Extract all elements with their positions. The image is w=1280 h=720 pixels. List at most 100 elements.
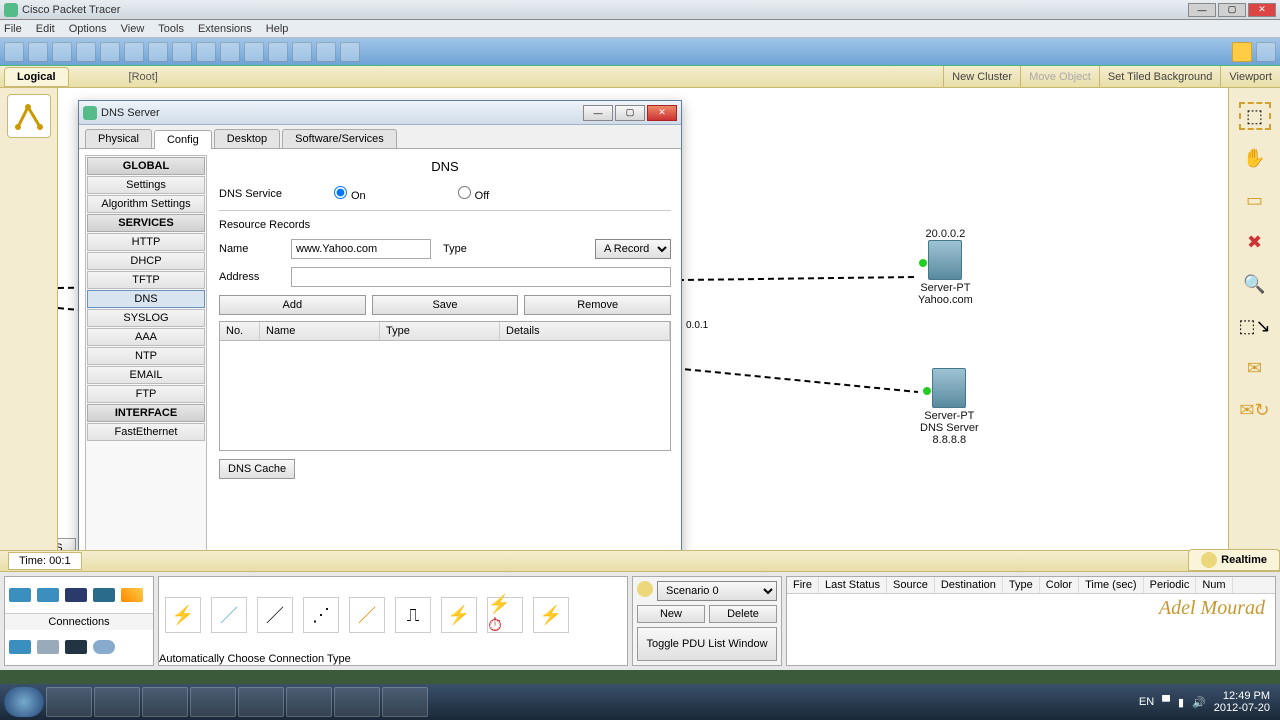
menu-file[interactable]: File — [4, 23, 22, 35]
wan-icon[interactable] — [37, 640, 59, 654]
dialog-maximize-button[interactable]: ▢ — [615, 105, 645, 121]
tray-lang[interactable]: EN — [1139, 696, 1154, 708]
sidebar-item-settings[interactable]: Settings — [87, 176, 205, 194]
save-button[interactable]: Save — [372, 295, 519, 315]
tool-paste-icon[interactable] — [148, 42, 168, 62]
toggle-pdu-button[interactable]: Toggle PDU List Window — [637, 627, 777, 661]
tool-new-icon[interactable] — [4, 42, 24, 62]
dns-off-radio[interactable] — [458, 186, 471, 199]
tool-help-icon[interactable] — [1256, 42, 1276, 62]
device-yahoo[interactable]: 20.0.0.2 Server-PT Yahoo.com — [918, 228, 973, 306]
conn-fiber-icon[interactable]: ／ — [349, 597, 385, 633]
hub-icon[interactable] — [65, 588, 87, 602]
menu-help[interactable]: Help — [266, 23, 289, 35]
task-explorer[interactable] — [46, 687, 92, 717]
tool-redo-icon[interactable] — [196, 42, 216, 62]
navigation-icon[interactable] — [7, 94, 51, 138]
remove-button[interactable]: Remove — [524, 295, 671, 315]
task-packettracer[interactable] — [334, 687, 380, 717]
task-app1[interactable] — [142, 687, 188, 717]
scenario-select[interactable]: Scenario 0 — [657, 581, 777, 601]
hand-tool-icon[interactable]: ✋ — [1239, 144, 1271, 172]
sidebar-item-fastethernet[interactable]: FastEthernet — [87, 423, 205, 441]
tab-software[interactable]: Software/Services — [282, 129, 397, 148]
type-select[interactable]: A Record — [595, 239, 671, 259]
tray-network-icon[interactable]: ▮ — [1178, 696, 1184, 709]
tool-open-icon[interactable] — [28, 42, 48, 62]
pdu-list[interactable]: Fire Last Status Source Destination Type… — [786, 576, 1276, 666]
tool-palette-icon[interactable] — [316, 42, 336, 62]
tool-zoomreset-icon[interactable] — [268, 42, 288, 62]
conn-auto-icon[interactable]: ⚡ — [165, 597, 201, 633]
minimize-button[interactable]: — — [1188, 3, 1216, 17]
task-app4[interactable] — [286, 687, 332, 717]
dialog-minimize-button[interactable]: — — [583, 105, 613, 121]
simple-pdu-icon[interactable]: ✉ — [1239, 354, 1271, 382]
menu-options[interactable]: Options — [69, 23, 107, 35]
task-app3[interactable] — [238, 687, 284, 717]
address-input[interactable] — [291, 267, 671, 287]
task-opera[interactable] — [94, 687, 140, 717]
delete-tool-icon[interactable]: ✖ — [1239, 228, 1271, 256]
sidebar-item-ntp[interactable]: NTP — [87, 347, 205, 365]
start-button[interactable] — [4, 687, 44, 717]
tool-undo-icon[interactable] — [172, 42, 192, 62]
close-button[interactable]: ✕ — [1248, 3, 1276, 17]
tray-sound-icon[interactable]: 🔊 — [1192, 696, 1206, 709]
select-tool-icon[interactable]: ⬚ — [1239, 102, 1271, 130]
scenario-delete-button[interactable]: Delete — [709, 605, 777, 623]
dialog-close-button[interactable]: ✕ — [647, 105, 677, 121]
dns-cache-button[interactable]: DNS Cache — [219, 459, 295, 479]
sidebar-item-algorithm[interactable]: Algorithm Settings — [87, 195, 205, 213]
viewport-button[interactable]: Viewport — [1220, 66, 1280, 87]
set-tiled-bg-button[interactable]: Set Tiled Background — [1099, 66, 1221, 87]
enddevice-icon[interactable] — [9, 640, 31, 654]
note-tool-icon[interactable]: ▭ — [1239, 186, 1271, 214]
tool-wizard-icon[interactable] — [100, 42, 120, 62]
tool-save-icon[interactable] — [52, 42, 72, 62]
tool-print-icon[interactable] — [76, 42, 96, 62]
tool-custom-icon[interactable] — [340, 42, 360, 62]
switch-icon[interactable] — [37, 588, 59, 602]
conn-cross-icon[interactable]: ⋰ — [303, 597, 339, 633]
conn-serial-dce-icon[interactable]: ⚡⏱ — [487, 597, 523, 633]
tab-config[interactable]: Config — [154, 130, 212, 149]
menu-view[interactable]: View — [121, 23, 145, 35]
name-input[interactable] — [291, 239, 431, 259]
task-app2[interactable] — [190, 687, 236, 717]
conn-phone-icon[interactable]: ⎍ — [395, 597, 431, 633]
tool-copy-icon[interactable] — [124, 42, 144, 62]
logical-tab[interactable]: Logical — [4, 67, 69, 87]
sidebar-item-syslog[interactable]: SYSLOG — [87, 309, 205, 327]
sidebar-item-ftp[interactable]: FTP — [87, 385, 205, 403]
router-icon[interactable] — [9, 588, 31, 602]
records-table[interactable]: No. Name Type Details — [219, 321, 671, 451]
tray-flag-icon[interactable]: ▀ — [1162, 696, 1170, 708]
sidebar-item-aaa[interactable]: AAA — [87, 328, 205, 346]
dns-on-radio[interactable] — [334, 186, 347, 199]
tool-zoomout-icon[interactable] — [244, 42, 264, 62]
tool-draw-icon[interactable] — [292, 42, 312, 62]
connections-icon[interactable] — [121, 588, 143, 602]
sidebar-item-tftp[interactable]: TFTP — [87, 271, 205, 289]
conn-coax-icon[interactable]: ⚡ — [441, 597, 477, 633]
add-button[interactable]: Add — [219, 295, 366, 315]
scenario-new-button[interactable]: New — [637, 605, 705, 623]
tool-info-icon[interactable] — [1232, 42, 1252, 62]
wireless-icon[interactable] — [93, 588, 115, 602]
dialog-titlebar[interactable]: DNS Server — ▢ ✕ — [79, 101, 681, 125]
resize-tool-icon[interactable]: ⬚↘ — [1239, 312, 1271, 340]
multiuser-icon[interactable] — [93, 640, 115, 654]
conn-console-icon[interactable]: ／ — [211, 597, 247, 633]
menu-extensions[interactable]: Extensions — [198, 23, 252, 35]
conn-straight-icon[interactable]: ／ — [257, 597, 293, 633]
conn-serial-dte-icon[interactable]: ⚡ — [533, 597, 569, 633]
menu-tools[interactable]: Tools — [158, 23, 184, 35]
tool-zoomin-icon[interactable] — [220, 42, 240, 62]
sidebar-item-dhcp[interactable]: DHCP — [87, 252, 205, 270]
tab-physical[interactable]: Physical — [85, 129, 152, 148]
sidebar-item-email[interactable]: EMAIL — [87, 366, 205, 384]
sidebar-item-http[interactable]: HTTP — [87, 233, 205, 251]
breadcrumb[interactable]: [Root] — [69, 71, 944, 83]
realtime-tab[interactable]: Realtime — [1188, 549, 1280, 571]
